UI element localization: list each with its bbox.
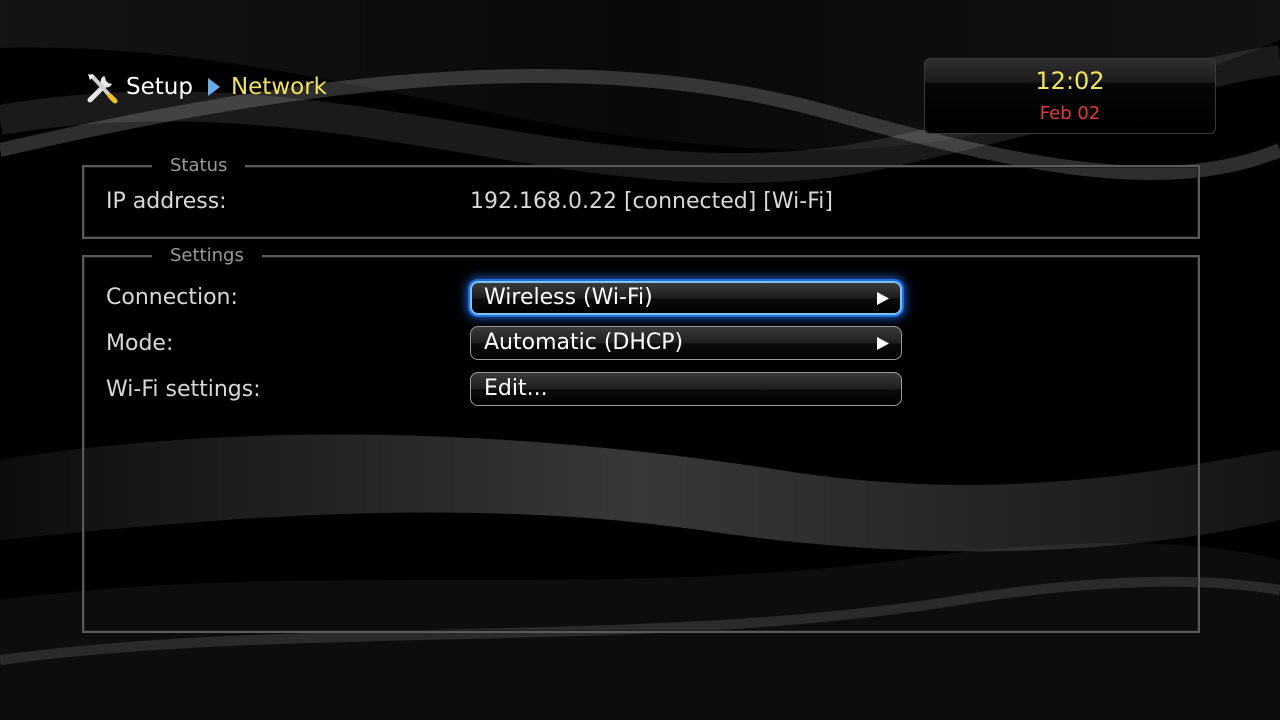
connection-label: Connection:: [106, 285, 238, 310]
ip-address-value: 192.168.0.22 [connected] [Wi-Fi]: [470, 189, 833, 214]
mode-label: Mode:: [106, 331, 174, 356]
wifi-edit-label: Edit...: [484, 376, 548, 401]
tools-icon: [87, 74, 118, 104]
status-legend: Status: [152, 155, 246, 177]
arrow-right-icon: [877, 337, 889, 350]
wifi-edit-button[interactable]: Edit...: [470, 372, 902, 406]
breadcrumb-network: Network: [230, 74, 327, 100]
clock-time: 12:02: [1035, 67, 1105, 95]
settings-legend: Settings: [152, 245, 262, 267]
settings-group: Settings Connection: Wireless (Wi-Fi) Mo…: [82, 245, 1200, 633]
arrow-right-icon: [877, 292, 889, 305]
status-group: Status IP address: 192.168.0.22 [connect…: [82, 155, 1200, 239]
clock-date: Feb 02: [1039, 103, 1101, 124]
wifi-settings-label: Wi-Fi settings:: [106, 377, 261, 402]
clock-panel: 12:02 Feb 02: [924, 58, 1216, 134]
mode-select[interactable]: Automatic (DHCP): [470, 326, 902, 360]
mode-value: Automatic (DHCP): [484, 330, 684, 355]
breadcrumb: Setup Network: [84, 70, 327, 104]
connection-select[interactable]: Wireless (Wi-Fi): [470, 281, 902, 315]
triangle-right-icon: [207, 78, 220, 96]
connection-value: Wireless (Wi-Fi): [484, 285, 653, 310]
breadcrumb-setup: Setup: [126, 74, 193, 100]
ip-address-label: IP address:: [106, 189, 227, 214]
